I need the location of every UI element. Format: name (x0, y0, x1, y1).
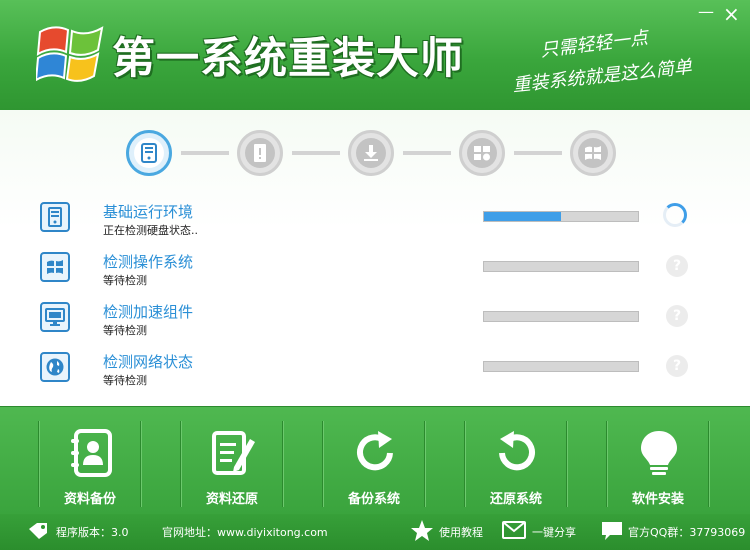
slogan-line2: 重装系统就是这么简单 (511, 56, 693, 97)
toolbar-divider (708, 421, 710, 507)
restore-system-button[interactable]: 还原系统 (466, 421, 566, 511)
task-title: 基础运行环境 (103, 203, 194, 221)
windows-icon (40, 252, 70, 282)
restore-data-label: 资料还原 (205, 492, 258, 507)
step-windows-flag-icon (570, 130, 616, 176)
task-title: 检测操作系统 (103, 253, 194, 271)
loading-spinner-icon (663, 203, 687, 227)
step-download-icon (348, 130, 394, 176)
step-computer-icon (126, 130, 172, 176)
task-row: 基础运行环境 正在检测硬盘状态.. (0, 201, 750, 247)
install-software-label: 软件安装 (631, 492, 684, 507)
step-connector (292, 151, 340, 155)
status-bar: 程序版本：3.0 官网地址：www.diyixitong.com 使用教程 一键… (0, 514, 750, 550)
task-title: 检测加速组件 (103, 303, 194, 321)
toolbar-divider (140, 421, 142, 507)
task-progress-bar (483, 361, 639, 372)
backup-system-button[interactable]: 备份系统 (324, 421, 424, 511)
question-icon: ? (666, 255, 688, 277)
restore-icon (499, 431, 535, 471)
globe-icon (40, 352, 70, 382)
question-icon: ? (666, 305, 688, 327)
task-progress-bar (483, 261, 639, 272)
version-label: 程序版本：3.0 (56, 526, 129, 539)
task-status: 等待检测 (103, 374, 147, 387)
share-link[interactable]: 一键分享 (532, 524, 576, 540)
progress-fill (484, 212, 561, 221)
refresh-icon (357, 431, 393, 471)
edit-document-icon (212, 431, 255, 475)
task-row: 检测网络状态 等待检测 ? (0, 351, 750, 397)
task-progress-bar (483, 211, 639, 222)
task-row: 检测加速组件 等待检测 ? (0, 301, 750, 347)
install-software-button[interactable]: 软件安装 (608, 421, 708, 511)
website-link[interactable]: 官网地址：www.diyixitong.com (162, 524, 328, 540)
backup-data-button[interactable]: 资料备份 (40, 421, 140, 511)
toolbar-divider (566, 421, 568, 507)
windows-logo-icon (36, 26, 104, 82)
toolbar-divider (424, 421, 426, 507)
task-row: 检测操作系统 等待检测 ? (0, 251, 750, 297)
title-bar: 第一系统重装大师 只需轻轻一点 重装系统就是这么简单 — × (0, 0, 750, 110)
tutorial-link[interactable]: 使用教程 (439, 524, 483, 540)
qq-group-label: 官方QQ群：37793069 (628, 526, 746, 539)
chat-bubble-icon (602, 522, 622, 540)
step-connector (403, 151, 451, 155)
minimize-button[interactable]: — (698, 2, 714, 21)
backup-data-label: 资料备份 (63, 492, 116, 507)
app-title: 第一系统重装大师 (112, 34, 464, 84)
step-connector (514, 151, 562, 155)
restore-data-button[interactable]: 资料还原 (182, 421, 282, 511)
task-progress-bar (483, 311, 639, 322)
lightbulb-icon (641, 431, 677, 475)
close-button[interactable]: × (723, 2, 740, 26)
tag-icon (29, 523, 47, 539)
monitor-icon (40, 302, 70, 332)
step-document-alert-icon (237, 130, 283, 176)
task-title: 检测网络状态 (103, 353, 194, 371)
slogan-line1: 只需轻轻一点 (539, 27, 650, 62)
step-indicator (126, 130, 616, 180)
star-icon (411, 520, 433, 541)
task-status: 正在检测硬盘状态.. (103, 224, 198, 237)
question-icon: ? (666, 355, 688, 377)
tool-bar: 资料备份 资料还原 备份系统 还原系统 软件安装 (0, 406, 750, 514)
computer-icon (40, 202, 70, 232)
backup-system-label: 备份系统 (347, 492, 400, 507)
address-book-icon (71, 429, 112, 477)
step-connector (181, 151, 229, 155)
restore-system-label: 还原系统 (489, 492, 542, 507)
mail-icon (502, 521, 526, 539)
step-windows-gear-icon (459, 130, 505, 176)
detection-panel: 基础运行环境 正在检测硬盘状态.. 检测操作系统 等待检测 ? 检测加速组件 等… (0, 110, 750, 406)
toolbar-divider (282, 421, 284, 507)
task-status: 等待检测 (103, 324, 147, 337)
task-status: 等待检测 (103, 274, 147, 287)
